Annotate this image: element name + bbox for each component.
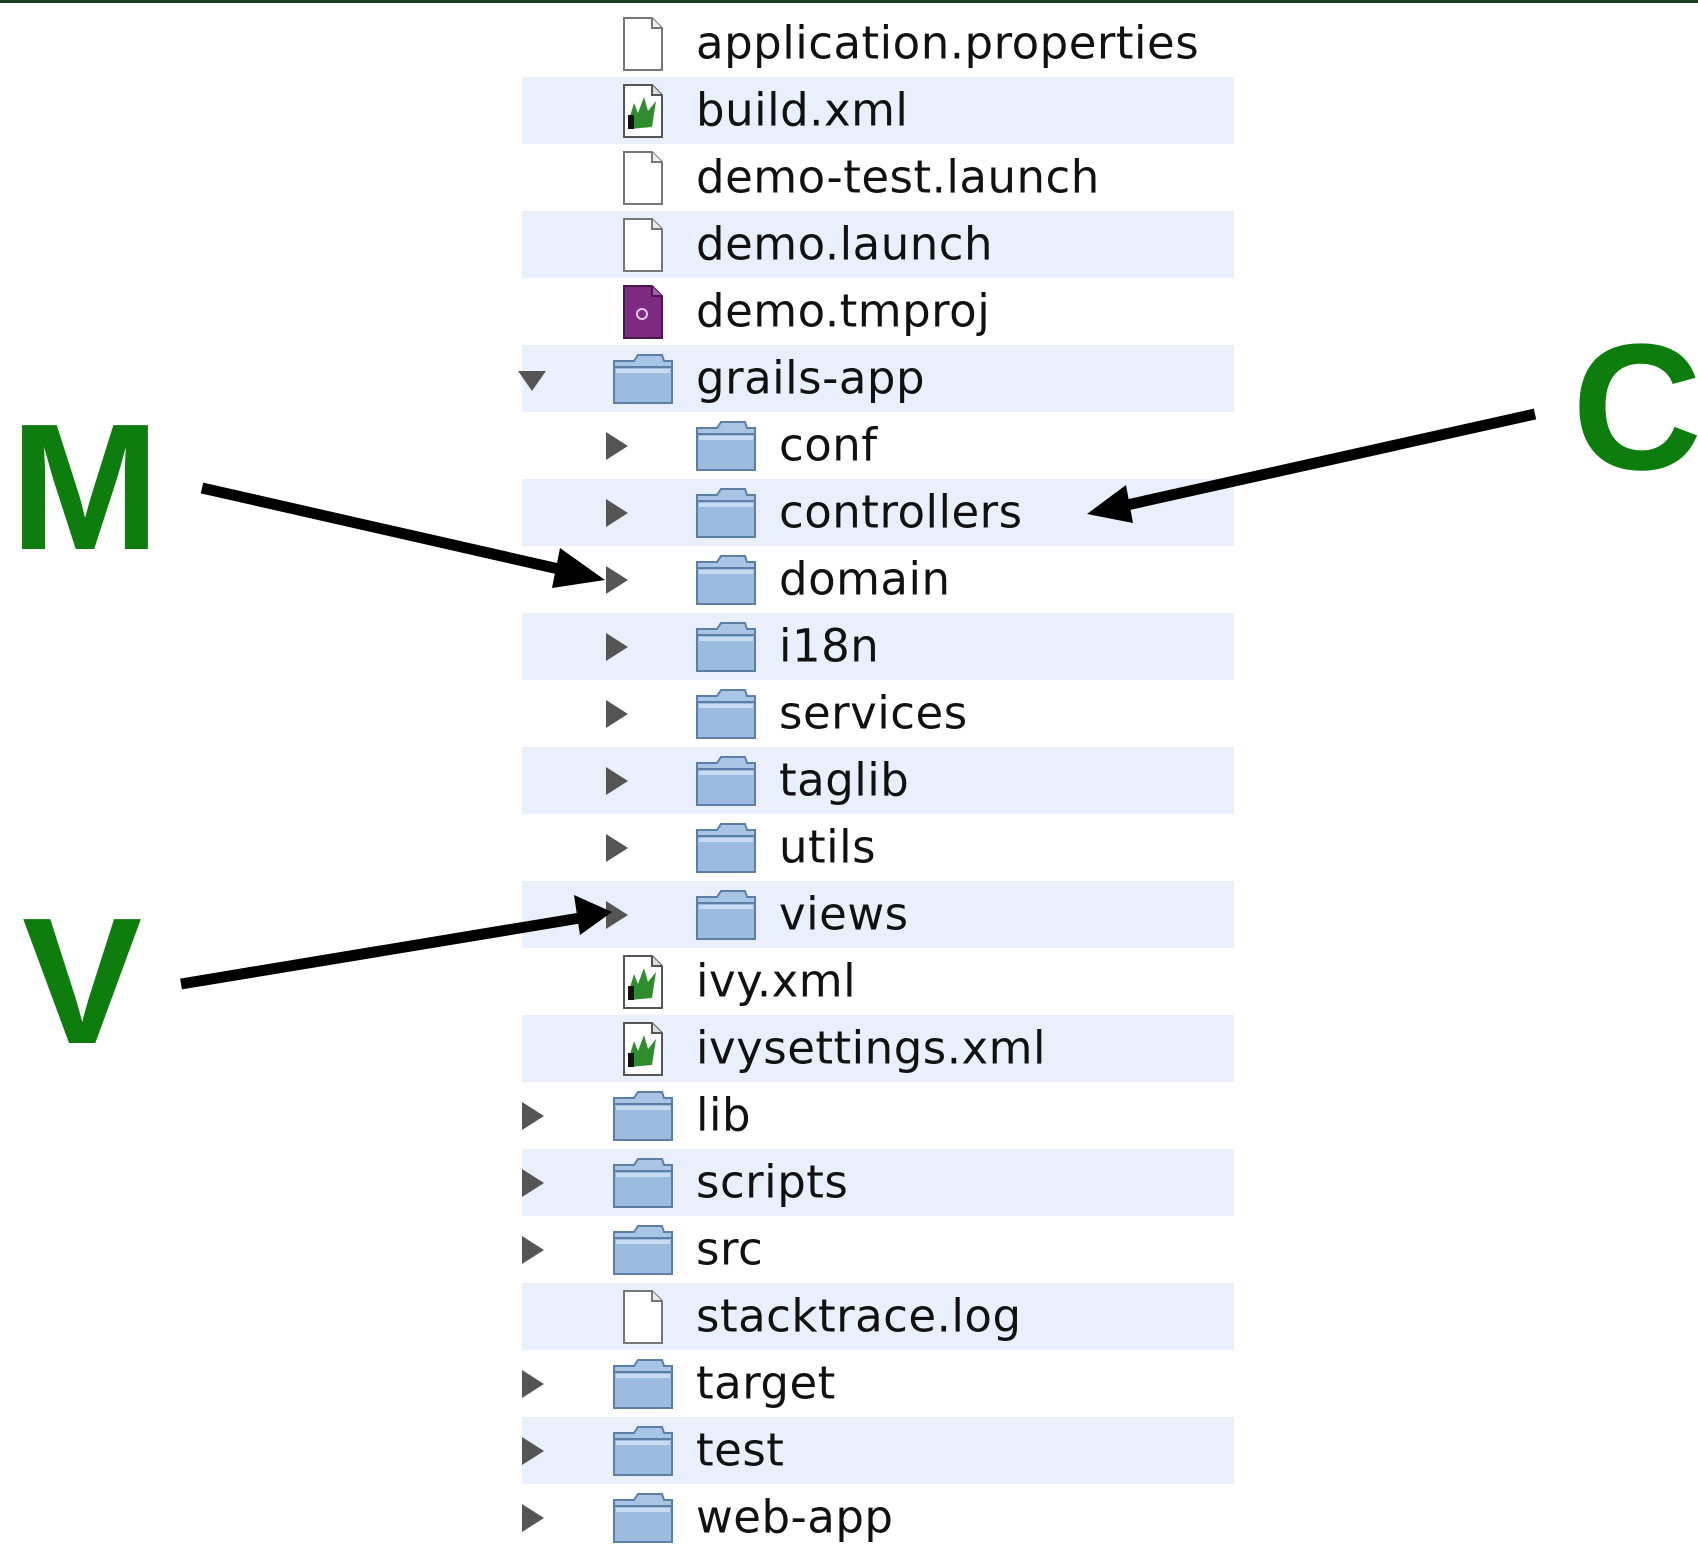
arrow-c-to-controllers (1087, 408, 1537, 523)
callout-arrows (180, 408, 1537, 990)
arrow-m-to-domain (200, 482, 605, 588)
arrow-v-to-views (180, 895, 612, 990)
